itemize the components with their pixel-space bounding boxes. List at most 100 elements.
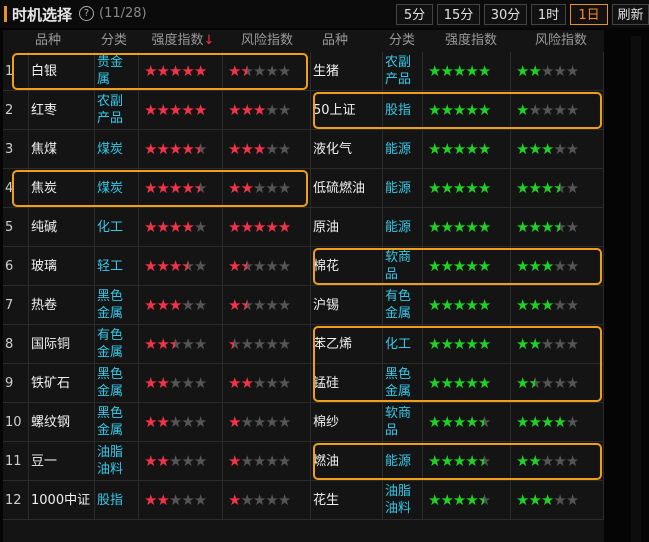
app-window: 时机选择 ? (11/28) 5分 15分 30分 1时 1日 刷新 品种 分类… <box>0 0 649 542</box>
risk-star-full-icon: ★ <box>516 62 529 80</box>
commodity-name[interactable]: 燃油 <box>311 442 383 481</box>
strength-star-half-icon: ★★ <box>181 257 194 275</box>
commodity-name[interactable]: 螺纹钢 <box>29 403 95 442</box>
commodity-name[interactable]: 50上证 <box>311 91 383 130</box>
risk-star-full-icon: ★ <box>228 101 241 119</box>
risk-star-empty-icon: ★ <box>265 140 278 158</box>
strength-star-full-icon: ★ <box>428 140 441 158</box>
risk-star-empty-icon: ★ <box>553 452 566 470</box>
strength-star-full-icon: ★ <box>452 452 466 470</box>
commodity-name[interactable]: 豆一 <box>29 442 95 481</box>
risk-star-full-icon: ★ <box>516 257 529 275</box>
commodity-name[interactable]: 苯乙烯 <box>311 325 383 364</box>
header-name-right[interactable]: 品种 <box>315 30 355 52</box>
header-strength-left[interactable]: 强度指数↓ <box>143 30 223 52</box>
period-15min-button[interactable]: 15分 <box>437 4 480 25</box>
risk-star-empty-icon: ★ <box>265 335 278 353</box>
commodity-name[interactable]: 液化气 <box>311 130 383 169</box>
category-line: 油脂 <box>385 484 412 499</box>
commodity-name[interactable]: 焦炭 <box>29 169 95 208</box>
risk-star-full-icon: ★ <box>540 179 554 197</box>
commodity-name[interactable]: 1000中证 <box>29 481 95 520</box>
commodity-name[interactable]: 国际铜 <box>29 325 95 364</box>
commodity-name[interactable]: 铁矿石 <box>29 364 95 403</box>
risk-rating: ★★★★★ <box>223 208 311 247</box>
category-line: 轻工 <box>97 259 124 274</box>
strength-star-empty-icon: ★ <box>193 335 207 353</box>
risk-rating: ★★★★★ <box>511 247 604 286</box>
strength-star-empty-icon: ★ <box>193 452 207 470</box>
row-number: 4 <box>3 169 29 208</box>
risk-star-full-icon: ★ <box>516 452 529 470</box>
commodity-name[interactable]: 花生 <box>311 481 383 520</box>
risk-star-half-icon: ★★ <box>228 335 241 353</box>
risk-star-empty-icon: ★ <box>553 296 566 314</box>
strength-star-half-icon: ★★ <box>477 452 491 470</box>
period-30min-button[interactable]: 30分 <box>484 4 527 25</box>
header-risk-left[interactable]: 风险指数 <box>225 30 309 52</box>
header-category-left[interactable]: 分类 <box>95 30 133 52</box>
risk-star-empty-icon: ★ <box>528 101 541 119</box>
commodity-name[interactable]: 热卷 <box>29 286 95 325</box>
commodity-name[interactable]: 沪锡 <box>311 286 383 325</box>
strength-star-full-icon: ★ <box>465 218 478 236</box>
risk-star-empty-icon: ★ <box>265 257 278 275</box>
risk-star-full-icon: ★ <box>252 218 266 236</box>
period-5min-button[interactable]: 5分 <box>396 4 433 25</box>
strength-rating: ★★★★★★ <box>423 403 511 442</box>
category-line: 贵金 <box>97 55 124 70</box>
commodity-name[interactable]: 白银 <box>29 52 95 91</box>
header-risk-right[interactable]: 风险指数 <box>519 30 603 52</box>
strength-star-full-icon: ★ <box>428 452 441 470</box>
header-category-right[interactable]: 分类 <box>383 30 421 52</box>
risk-star-full-icon: ★ <box>240 179 253 197</box>
commodity-category: 黑色 金属 <box>95 364 139 403</box>
category-line: 产品 <box>97 111 124 126</box>
commodity-name[interactable]: 玻璃 <box>29 247 95 286</box>
strength-star-empty-icon: ★ <box>193 413 207 431</box>
risk-star-empty-icon: ★ <box>565 101 579 119</box>
risk-star-full-icon: ★ <box>528 296 541 314</box>
period-1hour-button[interactable]: 1时 <box>531 4 566 25</box>
strength-rating: ★★★★★ <box>139 286 223 325</box>
strength-star-full-icon: ★ <box>156 62 169 80</box>
risk-star-empty-icon: ★ <box>565 218 579 236</box>
risk-star-empty-icon: ★ <box>277 62 291 80</box>
risk-star-empty-icon: ★ <box>565 413 579 431</box>
header-name-left[interactable]: 品种 <box>29 30 67 52</box>
commodity-name[interactable]: 原油 <box>311 208 383 247</box>
period-1day-button[interactable]: 1日 <box>570 4 608 25</box>
help-icon[interactable]: ? <box>79 6 94 21</box>
risk-star-empty-icon: ★ <box>553 101 566 119</box>
commodity-category: 软商品 <box>383 403 423 442</box>
strength-star-full-icon: ★ <box>477 257 491 275</box>
category-line: 油料 <box>97 462 124 477</box>
risk-star-full-icon: ★ <box>528 62 541 80</box>
commodity-name[interactable]: 棉花 <box>311 247 383 286</box>
commodity-name[interactable]: 纯碱 <box>29 208 95 247</box>
scrollbar[interactable] <box>631 36 641 542</box>
strength-star-full-icon: ★ <box>156 491 169 509</box>
strength-rating: ★★★★★ <box>423 169 511 208</box>
category-line: 金属 <box>385 384 412 399</box>
risk-star-empty-icon: ★ <box>252 374 266 392</box>
risk-star-full-icon: ★ <box>540 140 554 158</box>
commodity-name[interactable]: 生猪 <box>311 52 383 91</box>
header-strength-right[interactable]: 强度指数 <box>431 30 511 52</box>
commodity-category: 化工 <box>95 208 139 247</box>
risk-star-empty-icon: ★ <box>252 491 266 509</box>
commodity-name[interactable]: 焦煤 <box>29 130 95 169</box>
risk-rating: ★★★★★★ <box>511 364 604 403</box>
refresh-button[interactable]: 刷新 <box>612 4 649 25</box>
title-accent-bar <box>4 6 7 22</box>
risk-star-empty-icon: ★ <box>277 140 291 158</box>
commodity-category: 能源 <box>383 130 423 169</box>
commodity-name[interactable]: 低硫燃油 <box>311 169 383 208</box>
strength-rating: ★★★★★★ <box>139 325 223 364</box>
commodity-name[interactable]: 红枣 <box>29 91 95 130</box>
category-line: 金属 <box>97 423 124 438</box>
commodity-name[interactable]: 锰硅 <box>311 364 383 403</box>
risk-star-empty-icon: ★ <box>540 374 554 392</box>
commodity-name[interactable]: 棉纱 <box>311 403 383 442</box>
risk-star-full-icon: ★ <box>228 218 241 236</box>
